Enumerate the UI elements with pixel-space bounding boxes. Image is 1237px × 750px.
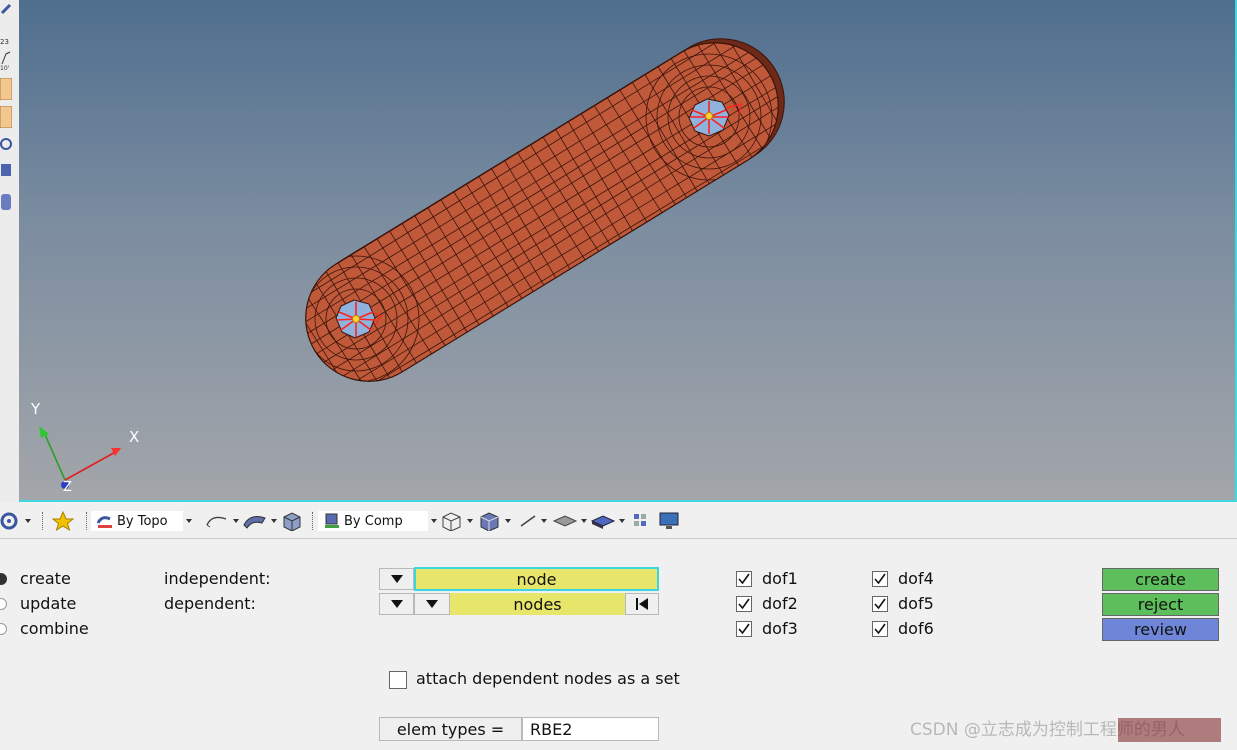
mode-combine-radio[interactable] [0, 623, 7, 635]
reset-selection-button[interactable] [625, 593, 659, 615]
ic-tool-icon[interactable] [0, 77, 13, 101]
axis-label-x: X [129, 428, 139, 446]
line-display-icon[interactable] [518, 511, 547, 531]
mode-combine-label[interactable]: combine [20, 619, 89, 639]
toolbar-separator [42, 512, 44, 530]
graphics-viewport[interactable]: Y X Z [19, 0, 1237, 502]
comp-select-label: By Comp [344, 513, 403, 529]
dependent-selection-method-dropdown[interactable] [414, 593, 450, 615]
shaded-plane-icon[interactable] [590, 511, 625, 531]
reject-button[interactable]: reject [1102, 593, 1219, 616]
svg-text:23: 23 [0, 38, 9, 46]
cylinder-tool-icon[interactable] [0, 190, 12, 210]
shaded-elements-icon[interactable] [478, 511, 511, 531]
dof5-checkbox[interactable] [872, 596, 888, 612]
link-mesh-model [305, 38, 785, 382]
svg-text:10': 10' [0, 65, 10, 72]
independent-entity-dropdown[interactable] [379, 568, 414, 590]
chevron-down-icon [390, 600, 403, 608]
review-button[interactable]: review [1102, 618, 1219, 641]
independent-node-selector[interactable]: node [414, 567, 659, 591]
plane-tool-icon[interactable] [0, 134, 12, 152]
elem-types-value-field[interactable]: RBE2 [522, 717, 659, 741]
numbering-tool-icon[interactable]: 23 10' [0, 36, 12, 72]
axis-label-z: Z [63, 480, 72, 495]
toolbar-separator [312, 512, 314, 530]
comp-color-select[interactable]: By Comp [318, 511, 437, 531]
axis-triad: Y X Z [30, 400, 139, 495]
toolbar-separator [86, 512, 88, 530]
mode-create-label[interactable]: create [20, 569, 71, 589]
dof6-label: dof6 [898, 619, 934, 638]
view-layout-icon[interactable] [632, 511, 650, 531]
visualization-toolbar: By Topo By Comp [0, 504, 1237, 539]
rotate-tool-icon[interactable] [0, 0, 12, 18]
dependent-nodes-selector[interactable]: nodes [450, 593, 625, 615]
elem-types-button[interactable]: elem types = [379, 717, 522, 741]
attach-as-set-checkbox[interactable] [389, 671, 407, 689]
monitor-display-icon[interactable] [658, 511, 680, 531]
mode-update-label[interactable]: update [20, 594, 76, 614]
dof4-label: dof4 [898, 569, 934, 588]
dependent-label: dependent: [164, 594, 256, 613]
surface-shading-icon[interactable] [204, 511, 239, 531]
dependent-entity-dropdown[interactable] [379, 593, 414, 615]
comp-color-icon [325, 513, 339, 528]
attach-as-set-label: attach dependent nodes as a set [416, 669, 680, 688]
dof5-label: dof5 [898, 594, 934, 613]
create-button[interactable]: create [1102, 568, 1219, 591]
solid-cube-icon[interactable] [280, 511, 304, 531]
dof2-label: dof2 [762, 594, 798, 613]
dof6-checkbox[interactable] [872, 621, 888, 637]
chevron-down-icon [426, 600, 438, 608]
topo-color-icon [96, 516, 112, 528]
topo-select-label: By Topo [117, 513, 168, 529]
dof3-checkbox[interactable] [736, 621, 752, 637]
independent-label: independent: [164, 569, 271, 588]
mesh-line [305, 48, 771, 343]
watermark-overlay [1118, 718, 1221, 742]
plane-section-icon[interactable] [552, 511, 587, 531]
surface-fill-icon[interactable] [242, 511, 277, 531]
favorites-star-icon[interactable] [52, 511, 74, 531]
mode-update-radio[interactable] [0, 598, 7, 610]
skip-back-icon [636, 598, 648, 610]
ic-tool-icon-2[interactable] [0, 105, 13, 129]
wireframe-cube-icon[interactable] [440, 511, 473, 531]
dof1-label: dof1 [762, 569, 798, 588]
dof4-checkbox[interactable] [872, 571, 888, 587]
left-tool-strip: 23 10' [0, 0, 19, 503]
dof2-checkbox[interactable] [736, 596, 752, 612]
cube-tool-icon[interactable] [0, 160, 12, 178]
topo-color-select[interactable]: By Topo [91, 511, 192, 531]
dof1-checkbox[interactable] [736, 571, 752, 587]
chevron-down-icon [390, 575, 403, 583]
dof3-label: dof3 [762, 619, 798, 638]
rotation-center-icon[interactable] [0, 511, 31, 531]
mode-create-radio[interactable] [0, 573, 7, 585]
axis-label-y: Y [30, 400, 41, 418]
